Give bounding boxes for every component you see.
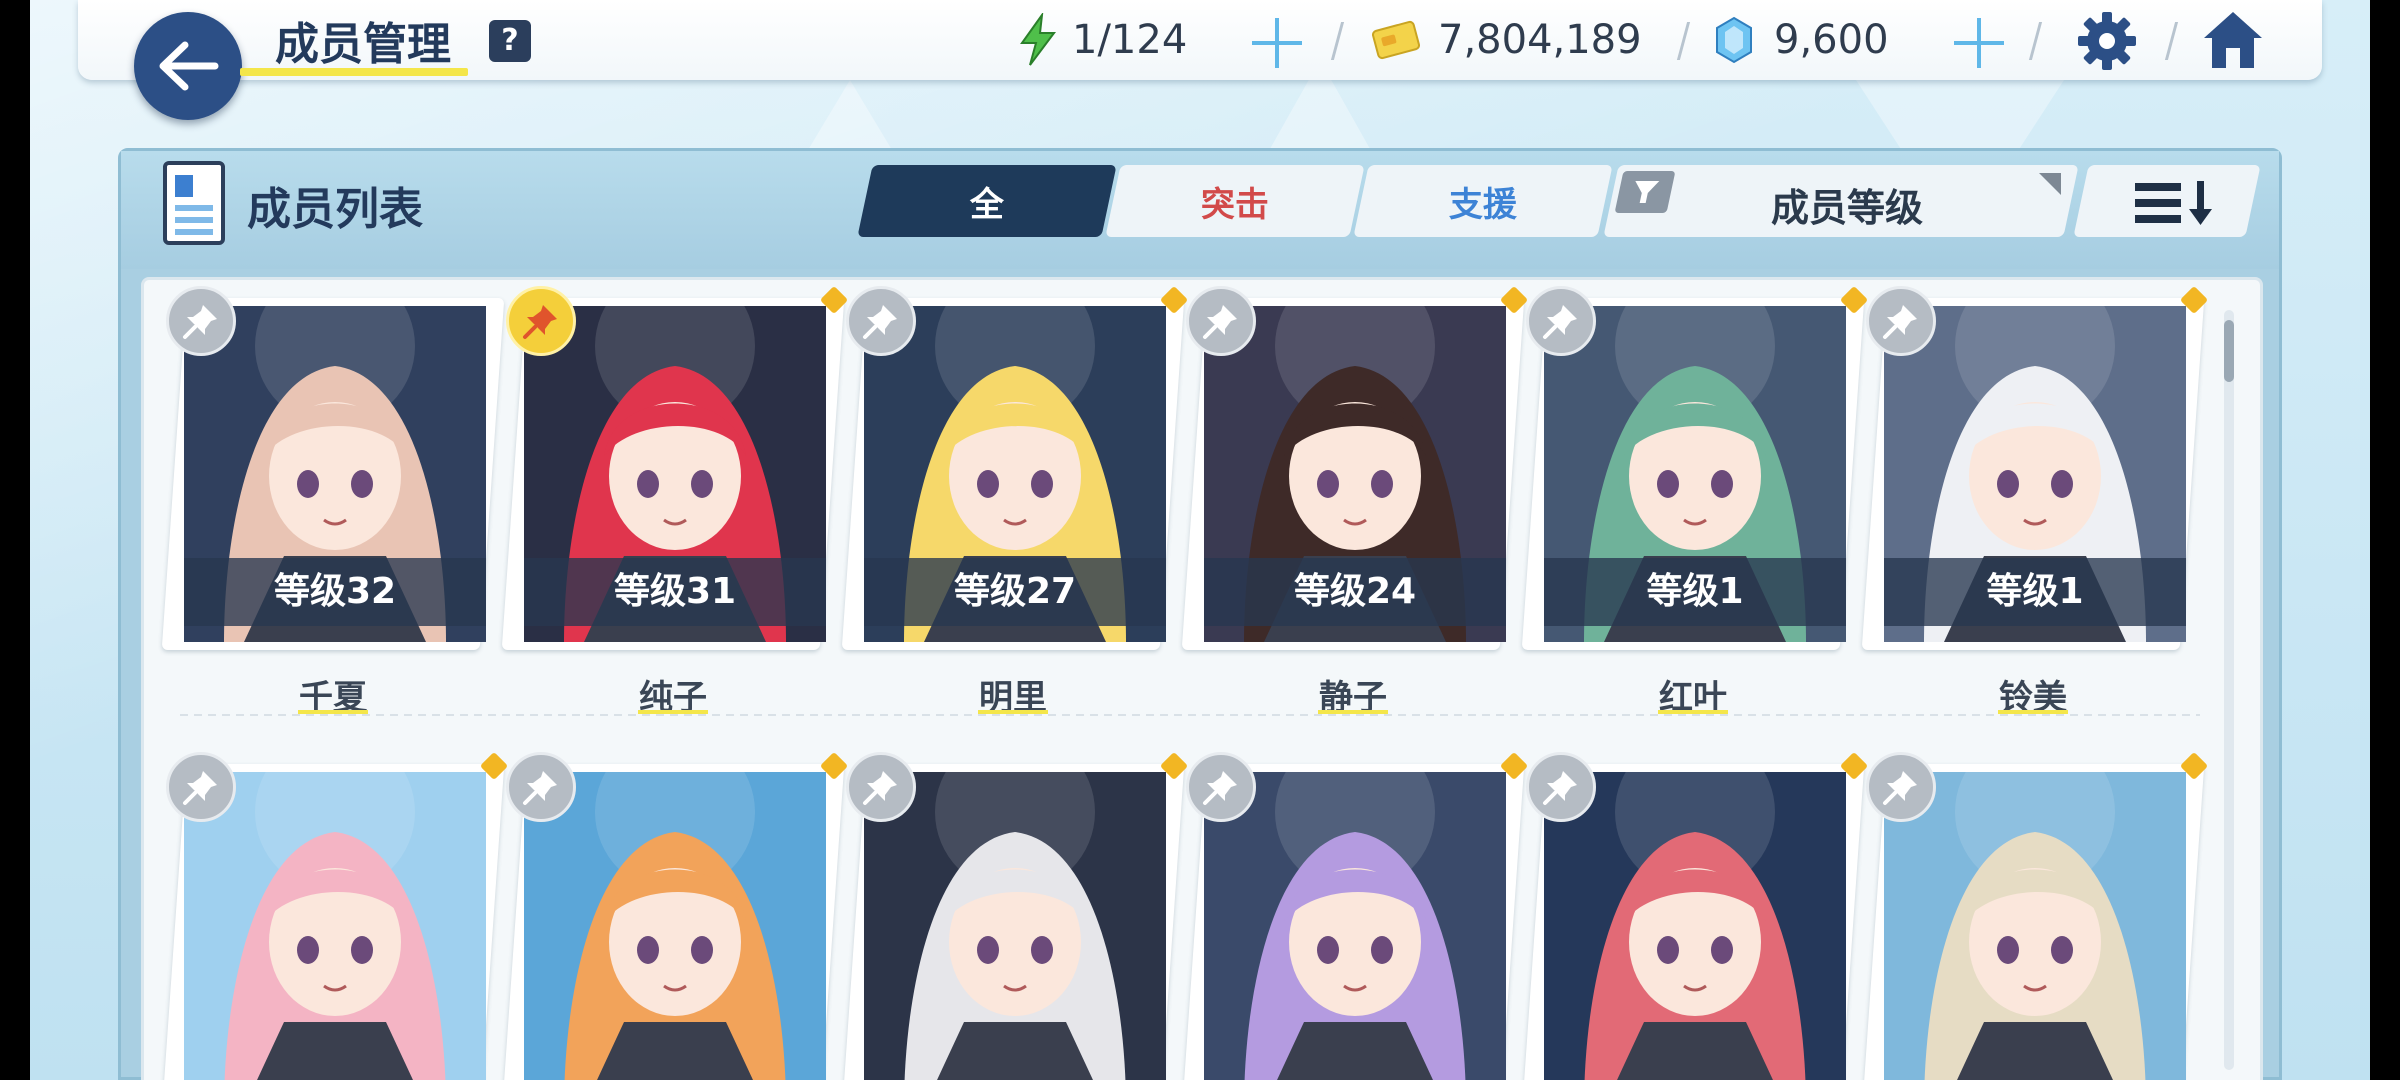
- home-icon: [2204, 12, 2262, 68]
- pin-button[interactable]: [1526, 286, 1596, 356]
- member-card[interactable]: 等级27 明里: [841, 285, 1189, 718]
- member-level: 等级1: [1884, 558, 2186, 626]
- pin-button[interactable]: [166, 752, 236, 822]
- pin-button[interactable]: [1186, 752, 1256, 822]
- member-portrait: [864, 772, 1166, 1080]
- member-level: 等级1: [1544, 558, 1846, 626]
- pin-button[interactable]: [846, 752, 916, 822]
- gems-value: 9,600: [1774, 17, 1889, 63]
- pushpin-icon: [863, 305, 897, 339]
- back-arrow-icon: [159, 41, 219, 91]
- pushpin-icon: [183, 771, 217, 805]
- member-level: 等级32: [184, 558, 486, 626]
- gem-icon: [1716, 16, 1752, 64]
- pin-button[interactable]: [846, 286, 916, 356]
- panel-title: 成员列表: [247, 184, 423, 235]
- name-underline: [1318, 710, 1388, 714]
- member-grid: 等级32 千夏 等级31 纯子 等级27 明里 等级24 静子 等级1 红叶 等级1 铃美: [141, 277, 2263, 1080]
- member-level: 等级27: [864, 558, 1166, 626]
- gems-plus-button[interactable]: [1954, 18, 2004, 68]
- name-underline: [298, 710, 368, 714]
- help-button[interactable]: ?: [489, 20, 531, 62]
- member-card[interactable]: [1181, 751, 1529, 1080]
- settings-button[interactable]: [2076, 10, 2138, 72]
- name-underline: [1658, 710, 1728, 714]
- scrollbar-track[interactable]: [2224, 310, 2234, 1070]
- name-underline: [978, 710, 1048, 714]
- tab-support[interactable]: 支援: [1353, 165, 1613, 237]
- back-button[interactable]: [134, 12, 242, 120]
- sort-descending-icon: [2135, 181, 2212, 225]
- member-level: 等级31: [524, 558, 826, 626]
- pin-button[interactable]: [1186, 286, 1256, 356]
- page-title: 成员管理: [275, 19, 451, 70]
- gear-icon: [2078, 12, 2136, 70]
- tab-all[interactable]: 全: [857, 165, 1117, 237]
- pushpin-icon: [523, 771, 557, 805]
- member-card[interactable]: [841, 751, 1189, 1080]
- pin-button[interactable]: [1526, 752, 1596, 822]
- pushpin-icon: [183, 305, 217, 339]
- pushpin-icon: [1543, 771, 1577, 805]
- lightning-icon: [1020, 13, 1056, 66]
- pushpin-icon: [1543, 305, 1577, 339]
- name-underline: [1998, 710, 2068, 714]
- ap-value: 1/124: [1072, 17, 1188, 63]
- member-portrait: [1544, 772, 1846, 1080]
- member-portrait: [184, 772, 486, 1080]
- pushpin-icon: [1203, 305, 1237, 339]
- pushpin-icon: [1883, 305, 1917, 339]
- member-portrait: [524, 772, 826, 1080]
- dropdown-corner-icon: [2039, 173, 2061, 195]
- member-card[interactable]: 等级1 铃美: [1861, 285, 2209, 718]
- member-list-icon: [163, 161, 225, 245]
- member-card[interactable]: 等级31 纯子: [501, 285, 849, 718]
- ap-display: 1/124: [1018, 12, 1187, 68]
- member-card[interactable]: 等级24 静子: [1181, 285, 1529, 718]
- pushpin-icon: [863, 771, 897, 805]
- member-card[interactable]: 等级1 红叶: [1521, 285, 1869, 718]
- member-level: 等级24: [1204, 558, 1506, 626]
- pushpin-icon: [1203, 771, 1237, 805]
- ap-plus-button[interactable]: [1252, 18, 1302, 68]
- scrollbar-thumb[interactable]: [2224, 320, 2234, 382]
- member-card[interactable]: [1861, 751, 2209, 1080]
- pin-button[interactable]: [1866, 752, 1936, 822]
- member-portrait: [1204, 772, 1506, 1080]
- tab-assault[interactable]: 突击: [1105, 165, 1365, 237]
- member-portrait: [1884, 772, 2186, 1080]
- member-list-panel: 成员列表 全 突击 支援 成员等级 等级32 千夏 等级31 纯子 等级27 明里 等级24…: [118, 148, 2282, 1080]
- left-letterbox: [0, 0, 30, 1080]
- member-card[interactable]: [1521, 751, 1869, 1080]
- sort-label: 成员等级: [1771, 186, 1924, 230]
- pin-button[interactable]: [1866, 286, 1936, 356]
- right-letterbox: [2370, 0, 2400, 1080]
- pushpin-icon: [523, 305, 557, 339]
- pin-button[interactable]: [506, 752, 576, 822]
- funnel-icon: [1635, 181, 1660, 203]
- member-card[interactable]: [501, 751, 849, 1080]
- credits-value: 7,804,189: [1438, 17, 1642, 63]
- name-underline: [638, 710, 708, 714]
- pushpin-icon: [1883, 771, 1917, 805]
- pin-button[interactable]: [506, 286, 576, 356]
- title-underline: [240, 68, 468, 76]
- credits-display: 7,804,189: [1372, 12, 1642, 68]
- filter-icon[interactable]: [1614, 171, 1676, 213]
- member-card[interactable]: 等级32 千夏: [161, 286, 505, 718]
- member-card[interactable]: [161, 751, 509, 1080]
- pin-button[interactable]: [166, 286, 236, 356]
- gems-display: 9,600: [1714, 12, 1889, 68]
- home-button[interactable]: [2200, 8, 2266, 72]
- credit-card-icon: [1372, 20, 1420, 60]
